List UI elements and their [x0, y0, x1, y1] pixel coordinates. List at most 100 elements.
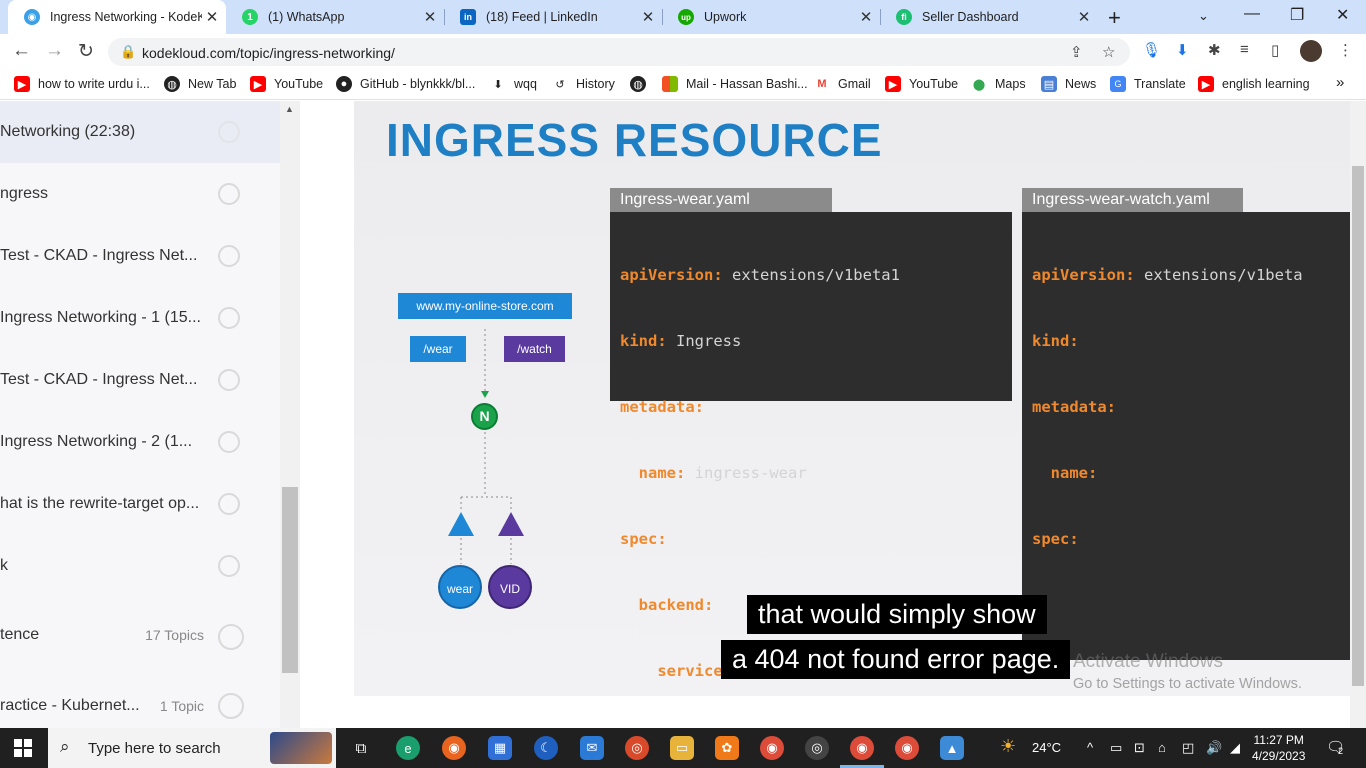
clock-time: 11:27 PM — [1253, 733, 1304, 747]
voice-icon[interactable]: 🎙 — [1142, 41, 1161, 59]
windows-start-icon[interactable] — [14, 739, 32, 757]
chrome-profile-2-icon[interactable]: ◉ — [895, 736, 919, 760]
notification-count: 2 — [1338, 746, 1344, 756]
close-tab-icon[interactable]: ✕ — [420, 8, 440, 26]
whatsapp-icon: 1 — [242, 9, 258, 25]
media-icon[interactable]: ≡ — [1240, 41, 1249, 58]
chrome-profile-icon[interactable]: ◉ — [850, 736, 874, 760]
share-icon[interactable]: ⇪ — [1070, 43, 1083, 61]
section-item[interactable]: ractice - Kubernet... 1 Topic — [0, 675, 280, 728]
tab-fiverr[interactable]: fi Seller Dashboard ✕ — [880, 0, 1098, 34]
bookmark-item[interactable]: ◍ — [630, 76, 654, 92]
status-circle-icon — [218, 431, 240, 453]
volume-icon[interactable]: 🔊 — [1206, 740, 1222, 756]
bookmark-label: english learning — [1222, 77, 1310, 91]
close-tab-icon[interactable]: ✕ — [638, 8, 658, 26]
yaml-value: extensions/v1beta1 — [722, 266, 900, 284]
bookmark-item[interactable]: ▤ News — [1041, 76, 1096, 92]
tab-whatsapp[interactable]: 1 (1) WhatsApp ✕ — [226, 0, 444, 34]
app-swirl-icon[interactable]: ◎ — [625, 736, 649, 760]
bookmark-item[interactable]: Mail - Hassan Bashi... — [662, 76, 808, 92]
store-icon[interactable]: ▦ — [488, 736, 512, 760]
photos-icon[interactable]: ▲ — [940, 736, 964, 760]
lesson-item[interactable]: hat is the rewrite-target op... — [0, 473, 280, 535]
restore-button[interactable]: ❐ — [1290, 5, 1304, 25]
bookmark-item[interactable]: ▶ YouTube — [250, 76, 323, 92]
history-icon: ↺ — [555, 78, 565, 91]
bookmark-item[interactable]: ▶ how to write urdu i... — [14, 76, 150, 92]
extensions-icon[interactable]: ✱ — [1208, 41, 1221, 59]
lesson-item[interactable]: Networking (22:38) — [0, 101, 280, 163]
new-tab-button[interactable]: + — [1108, 5, 1121, 31]
bookmark-label: Mail - Hassan Bashi... — [686, 77, 808, 91]
menu-icon[interactable]: ⋮ — [1338, 41, 1353, 59]
task-view-icon[interactable]: ⧉ — [349, 736, 373, 760]
edge-icon[interactable]: e — [396, 736, 420, 760]
gmail-icon: M — [817, 78, 827, 90]
page-scroll-thumb[interactable] — [1352, 166, 1364, 686]
bookmark-star-icon[interactable]: ☆ — [1102, 43, 1115, 61]
taskbar-search[interactable]: ⌕ Type here to search — [48, 728, 336, 768]
extension-download-icon[interactable]: ⬇ — [1176, 41, 1189, 59]
bookmark-item[interactable]: ⬤ Maps — [971, 76, 1026, 92]
tab-upwork[interactable]: up Upwork ✕ — [662, 0, 880, 34]
wifi-icon[interactable]: ◢ — [1230, 740, 1240, 756]
bookmark-item[interactable]: ⬇ wqq — [490, 76, 537, 92]
close-tab-icon[interactable]: ✕ — [1074, 8, 1094, 26]
settings-app-icon[interactable]: ✿ — [715, 736, 739, 760]
tab-linkedin[interactable]: in (18) Feed | LinkedIn ✕ — [444, 0, 662, 34]
lesson-item[interactable]: Test - CKAD - Ingress Net... — [0, 225, 280, 287]
url-text[interactable]: kodekloud.com/topic/ingress-networking/ — [142, 45, 395, 61]
tab-search-icon[interactable]: ⌄ — [1198, 8, 1209, 24]
scroll-up-icon[interactable]: ▲ — [285, 104, 294, 114]
avatar[interactable] — [1300, 40, 1322, 62]
address-bar[interactable]: 🔒 kodekloud.com/topic/ingress-networking… — [108, 38, 1130, 66]
tray-overflow-icon[interactable]: ^ — [1087, 740, 1093, 755]
bookmark-item[interactable]: ↺ History — [552, 76, 615, 92]
network-device-icon[interactable]: ⊡ — [1134, 740, 1145, 756]
weather-icon[interactable]: ☀ — [1000, 736, 1016, 757]
more-bookmarks-icon[interactable]: » — [1336, 74, 1344, 91]
globe-icon: ◍ — [630, 76, 646, 92]
lesson-label: k — [0, 557, 8, 574]
bookmark-item[interactable]: ▶ YouTube — [885, 76, 958, 92]
obs-icon[interactable]: ◎ — [805, 736, 829, 760]
bookmark-item[interactable]: ◍ New Tab — [164, 76, 236, 92]
file-explorer-icon[interactable]: ▭ — [670, 736, 694, 760]
weather-temp[interactable]: 24°C — [1032, 740, 1061, 755]
system-clock[interactable]: 11:27 PM 4/29/2023 — [1252, 732, 1305, 764]
chrome-icon[interactable]: ◉ — [760, 736, 784, 760]
firefox-icon[interactable]: ◉ — [442, 736, 466, 760]
close-tab-icon[interactable]: ✕ — [856, 8, 876, 26]
bookmark-item[interactable]: ● GitHub - blynkkk/bl... — [336, 76, 475, 92]
camera-icon[interactable]: ◰ — [1182, 740, 1194, 756]
bookmark-item[interactable]: M Gmail — [814, 76, 870, 92]
close-window-button[interactable]: ✕ — [1336, 5, 1349, 25]
side-panel-icon[interactable]: ▯ — [1271, 41, 1279, 59]
lesson-item[interactable]: k — [0, 535, 280, 597]
usb-icon[interactable]: ⌂ — [1158, 740, 1166, 755]
tab-kodekloud[interactable]: ◉ Ingress Networking - KodeKl ✕ — [8, 0, 226, 34]
section-item[interactable]: tence 17 Topics — [0, 604, 280, 666]
lesson-item[interactable]: Ingress Networking - 2 (1... — [0, 411, 280, 473]
bookmark-item[interactable]: G Translate — [1110, 76, 1186, 92]
bookmark-label: News — [1065, 77, 1097, 91]
microsoft-icon — [662, 76, 678, 92]
lesson-item[interactable]: ngress — [0, 163, 280, 225]
minimize-button[interactable]: — — [1244, 5, 1260, 23]
forward-icon[interactable]: → — [45, 40, 64, 62]
sidebar-scroll-thumb[interactable] — [282, 487, 298, 673]
lesson-label: Ingress Networking - 1 (15... — [0, 309, 201, 326]
search-icon: ⌕ — [60, 737, 70, 756]
reload-icon[interactable]: ↻ — [78, 40, 94, 63]
lock-icon[interactable]: 🔒 — [120, 44, 136, 60]
bookmark-item[interactable]: ▶ english learning — [1198, 76, 1310, 92]
lesson-item[interactable]: Test - CKAD - Ingress Net... — [0, 349, 280, 411]
bookmark-label: Maps — [995, 77, 1026, 91]
app-icon[interactable]: ☾ — [534, 736, 558, 760]
battery-icon[interactable]: ▭ — [1110, 740, 1122, 756]
back-icon[interactable]: ← — [12, 40, 31, 62]
close-tab-icon[interactable]: ✕ — [202, 8, 222, 26]
mail-icon[interactable]: ✉ — [580, 736, 604, 760]
lesson-item[interactable]: Ingress Networking - 1 (15... — [0, 287, 280, 349]
